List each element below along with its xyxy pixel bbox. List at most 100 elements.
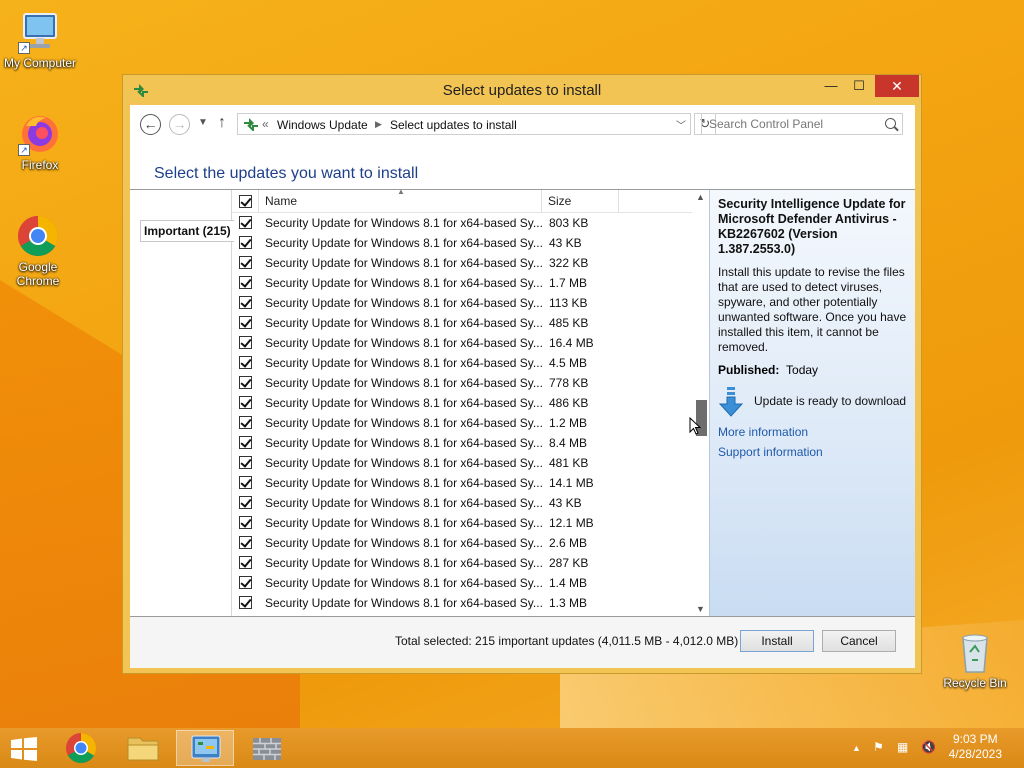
table-row[interactable]: Security Update for Windows 8.1 for x64-…: [232, 593, 692, 613]
window-title: Select updates to install: [442, 82, 602, 99]
table-row[interactable]: Security Update for Windows 8.1 for x64-…: [232, 433, 692, 453]
network-icon[interactable]: ▦: [897, 740, 908, 754]
update-name: Security Update for Windows 8.1 for x64-…: [265, 556, 543, 570]
taskbar-chrome[interactable]: [52, 730, 110, 766]
cancel-button[interactable]: Cancel: [822, 630, 896, 652]
breadcrumb-overflow[interactable]: «: [262, 117, 269, 131]
update-checkbox[interactable]: [239, 456, 252, 469]
update-checkbox[interactable]: [239, 396, 252, 409]
update-checkbox[interactable]: [239, 496, 252, 509]
update-checkbox[interactable]: [239, 356, 252, 369]
table-row[interactable]: Security Update for Windows 8.1 for x64-…: [232, 353, 692, 373]
desktop-icon-firefox[interactable]: ↗ Firefox: [0, 112, 80, 172]
download-status: Update is ready to download: [718, 387, 907, 419]
update-checkbox[interactable]: [239, 336, 252, 349]
column-header-name[interactable]: Name: [265, 194, 297, 208]
more-information-link[interactable]: More information: [718, 425, 907, 439]
back-button[interactable]: ←: [140, 114, 161, 135]
update-name: Security Update for Windows 8.1 for x64-…: [265, 496, 543, 510]
desktop-icon-recycle-bin[interactable]: Recycle Bin: [935, 630, 1015, 690]
table-row[interactable]: Security Update for Windows 8.1 for x64-…: [232, 313, 692, 333]
taskbar-file-explorer[interactable]: [114, 730, 172, 766]
up-button[interactable]: ↑: [218, 114, 226, 132]
update-checkbox[interactable]: [239, 316, 252, 329]
table-row[interactable]: Security Update for Windows 8.1 for x64-…: [232, 393, 692, 413]
system-clock[interactable]: 9:03 PM 4/28/2023: [949, 732, 1002, 762]
table-row[interactable]: Security Update for Windows 8.1 for x64-…: [232, 413, 692, 433]
start-button[interactable]: [10, 737, 38, 761]
desktop-icon-chrome[interactable]: Google Chrome: [0, 214, 78, 288]
update-checkbox[interactable]: [239, 596, 252, 609]
update-name: Security Update for Windows 8.1 for x64-…: [265, 256, 543, 270]
table-row[interactable]: Security Update for Windows 8.1 for x64-…: [232, 273, 692, 293]
update-checkbox[interactable]: [239, 256, 252, 269]
show-hidden-icons-button[interactable]: ▲: [852, 743, 861, 753]
update-checkbox[interactable]: [239, 576, 252, 589]
update-size: 486 KB: [549, 396, 589, 410]
maximize-button[interactable]: ☐: [845, 75, 873, 97]
update-checkbox[interactable]: [239, 436, 252, 449]
update-checkbox[interactable]: [239, 416, 252, 429]
table-row[interactable]: Security Update for Windows 8.1 for x64-…: [232, 573, 692, 593]
desktop-icon-label: Google Chrome: [16, 260, 60, 288]
install-button[interactable]: Install: [740, 630, 814, 652]
scroll-down-icon[interactable]: ▼: [696, 604, 705, 614]
support-information-link[interactable]: Support information: [718, 445, 907, 459]
update-size: 16.4 MB: [549, 336, 594, 350]
breadcrumb-select-updates[interactable]: Select updates to install: [390, 118, 517, 132]
update-size: 43 KB: [549, 236, 582, 250]
minimize-button[interactable]: —: [817, 75, 845, 97]
table-row[interactable]: Security Update for Windows 8.1 for x64-…: [232, 493, 692, 513]
table-row[interactable]: Security Update for Windows 8.1 for x64-…: [232, 253, 692, 273]
table-row[interactable]: Security Update for Windows 8.1 for x64-…: [232, 213, 692, 233]
download-arrow-icon: [718, 387, 744, 417]
column-divider: [258, 190, 259, 212]
update-checkbox[interactable]: [239, 376, 252, 389]
address-bar[interactable]: « Windows Update ▶ Select updates to ins…: [237, 113, 691, 135]
table-row[interactable]: Security Update for Windows 8.1 for x64-…: [232, 553, 692, 573]
update-checkbox[interactable]: [239, 476, 252, 489]
search-input[interactable]: Search Control Panel: [701, 113, 903, 135]
table-row[interactable]: Security Update for Windows 8.1 for x64-…: [232, 373, 692, 393]
update-size: 4.5 MB: [549, 356, 588, 370]
update-checkbox[interactable]: [239, 516, 252, 529]
select-all-checkbox[interactable]: [239, 195, 252, 208]
table-row[interactable]: Security Update for Windows 8.1 for x64-…: [232, 473, 692, 493]
update-size: 1.4 MB: [549, 576, 588, 590]
chevron-right-icon[interactable]: ▶: [375, 119, 382, 130]
update-size: 1.2 MB: [549, 416, 588, 430]
update-checkbox[interactable]: [239, 536, 252, 549]
table-row[interactable]: Security Update for Windows 8.1 for x64-…: [232, 233, 692, 253]
update-size: 12.1 MB: [549, 516, 594, 530]
taskbar: ▲ ⚑ ▦ 🔇 9:03 PM 4/28/2023: [0, 728, 1024, 768]
update-size: 481 KB: [549, 456, 589, 470]
forward-button[interactable]: →: [169, 114, 190, 135]
update-checkbox[interactable]: [239, 276, 252, 289]
close-button[interactable]: ✕: [875, 75, 919, 97]
chevron-down-icon[interactable]: ﹀: [676, 117, 686, 132]
title-bar[interactable]: Select updates to install — ☐ ✕: [123, 75, 921, 105]
desktop-icon-my-computer[interactable]: ↗ My Computer: [0, 10, 80, 70]
search-icon[interactable]: [885, 118, 896, 129]
table-row[interactable]: Security Update for Windows 8.1 for x64-…: [232, 453, 692, 473]
update-checkbox[interactable]: [239, 556, 252, 569]
table-row[interactable]: Security Update for Windows 8.1 for x64-…: [232, 533, 692, 553]
table-row[interactable]: Security Update for Windows 8.1 for x64-…: [232, 293, 692, 313]
volume-muted-icon[interactable]: 🔇: [921, 740, 936, 754]
update-checkbox[interactable]: [239, 296, 252, 309]
updates-list: ▲ Name Size Security Update for Windows …: [232, 190, 709, 616]
taskbar-firewall[interactable]: [238, 730, 296, 766]
action-center-flag-icon[interactable]: ⚑: [873, 740, 884, 754]
scroll-up-icon[interactable]: ▲: [696, 192, 705, 202]
table-row[interactable]: Security Update for Windows 8.1 for x64-…: [232, 513, 692, 533]
update-checkbox[interactable]: [239, 236, 252, 249]
update-checkbox[interactable]: [239, 216, 252, 229]
taskbar-control-panel[interactable]: [176, 730, 234, 766]
table-row[interactable]: Security Update for Windows 8.1 for x64-…: [232, 333, 692, 353]
vertical-scrollbar[interactable]: ▲ ▼: [693, 190, 709, 616]
column-header-size[interactable]: Size: [548, 194, 571, 208]
update-size: 113 KB: [549, 296, 588, 310]
breadcrumb-windows-update[interactable]: Windows Update: [277, 118, 368, 132]
tab-important[interactable]: Important (215): [140, 220, 234, 242]
recent-locations-dropdown[interactable]: ▼: [198, 117, 208, 128]
